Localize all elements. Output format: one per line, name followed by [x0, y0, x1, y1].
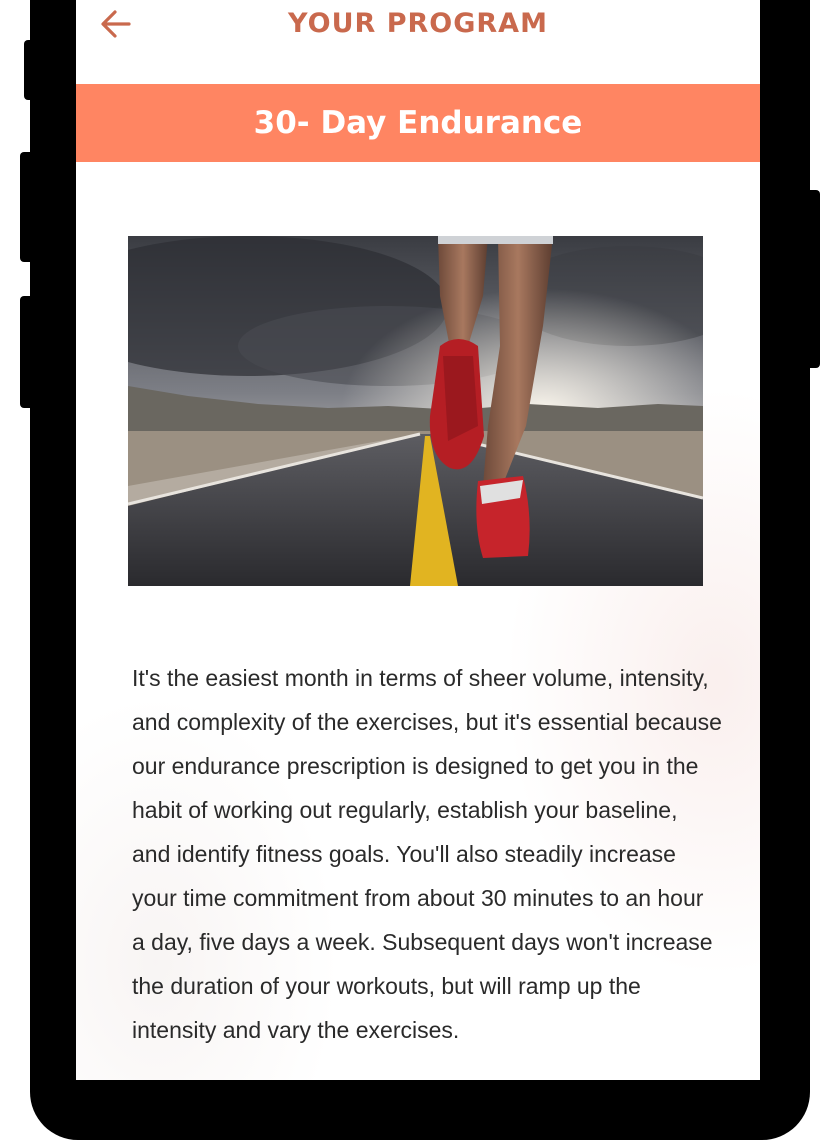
app-screen: YOUR PROGRAM 30- Day Endurance It's the …: [76, 0, 760, 1080]
program-title: 30- Day Endurance: [253, 105, 583, 141]
program-description: It's the easiest month in terms of sheer…: [132, 665, 722, 1043]
program-banner: 30- Day Endurance: [76, 84, 760, 162]
top-bar: YOUR PROGRAM: [76, 0, 760, 84]
runner-on-road-photo: [128, 236, 703, 586]
program-hero-image: [128, 236, 703, 586]
page-title: YOUR PROGRAM: [288, 8, 548, 39]
